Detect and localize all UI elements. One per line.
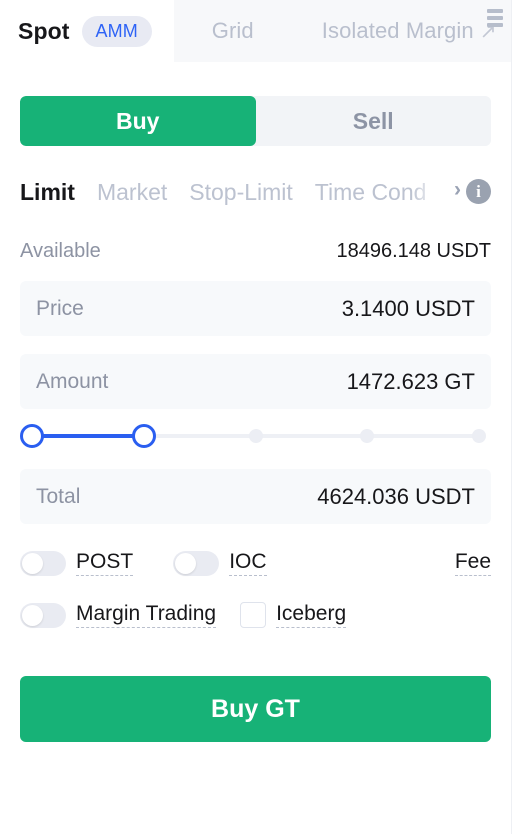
- available-label: Available: [20, 240, 101, 262]
- buy-sell-switch: Buy Sell: [20, 96, 491, 146]
- slider-handle-end[interactable]: [131, 424, 156, 448]
- amount-value: 1472.623 GT: [346, 368, 475, 394]
- total-value: 4624.036 USDT: [317, 483, 475, 509]
- slider-fill: [32, 434, 144, 438]
- ioc-label[interactable]: IOC: [229, 550, 267, 577]
- order-type-limit[interactable]: Limit: [20, 179, 75, 206]
- spot-trading-panel: Spot AMM Grid Isolated Margin ↗ Buy Sell…: [0, 0, 512, 834]
- buy-submit-button[interactable]: Buy GT: [20, 676, 491, 743]
- tab-isolated-margin-label: Isolated Margin: [321, 18, 474, 43]
- slider-tick-50[interactable]: [248, 429, 263, 443]
- total-input[interactable]: Total 4624.036 USDT: [20, 469, 491, 524]
- amm-badge[interactable]: AMM: [81, 15, 152, 47]
- menu-bar-3: [487, 23, 503, 27]
- amount-percent-slider[interactable]: [20, 421, 486, 451]
- slider-handle-start[interactable]: [20, 424, 44, 448]
- slider-tick-100[interactable]: [472, 429, 486, 443]
- order-type-tabs: Limit Market Stop-Limit Time Cond › i: [20, 176, 491, 208]
- post-ioc-row: POST IOC Fee: [20, 550, 491, 577]
- post-label[interactable]: POST: [76, 550, 134, 577]
- market-type-tabbar: Spot AMM Grid Isolated Margin ↗: [0, 0, 511, 62]
- price-input[interactable]: Price 3.1400 USDT: [20, 281, 491, 336]
- buy-tab[interactable]: Buy: [20, 96, 256, 146]
- available-balance-row: Available 18496.148 USDT: [20, 240, 491, 263]
- margin-iceberg-row: Margin Trading Iceberg: [20, 602, 491, 629]
- amount-input[interactable]: Amount 1472.623 GT: [20, 354, 491, 409]
- price-label: Price: [36, 296, 84, 320]
- info-icon[interactable]: i: [466, 179, 491, 204]
- sell-tab[interactable]: Sell: [255, 96, 491, 146]
- slider-tick-75[interactable]: [360, 429, 375, 443]
- total-label: Total: [36, 484, 81, 508]
- tab-spot[interactable]: Spot AMM: [0, 0, 174, 62]
- list-menu-icon[interactable]: [487, 9, 503, 27]
- margin-trading-label[interactable]: Margin Trading: [76, 602, 217, 629]
- order-type-stop-limit[interactable]: Stop-Limit: [189, 179, 293, 206]
- post-toggle[interactable]: [20, 550, 66, 576]
- tab-grid[interactable]: Grid: [174, 0, 288, 62]
- tab-isolated-margin[interactable]: Isolated Margin ↗: [288, 0, 507, 62]
- menu-bar-2: [487, 16, 503, 20]
- available-value: 18496.148 USDT: [336, 240, 491, 262]
- tab-grid-label: Grid: [211, 18, 254, 43]
- margin-trading-toggle[interactable]: [20, 602, 66, 628]
- amount-label: Amount: [36, 369, 109, 393]
- fee-link[interactable]: Fee: [454, 550, 491, 577]
- menu-bar-1: [487, 9, 503, 13]
- chevron-right-icon[interactable]: ›: [454, 178, 461, 202]
- order-type-market[interactable]: Market: [97, 179, 167, 206]
- iceberg-checkbox[interactable]: [240, 602, 267, 629]
- order-type-time-cond[interactable]: Time Cond: [315, 179, 427, 206]
- price-value: 3.1400 USDT: [341, 295, 475, 321]
- iceberg-label[interactable]: Iceberg: [276, 602, 347, 629]
- tab-spot-label: Spot: [18, 17, 70, 44]
- ioc-toggle[interactable]: [173, 550, 220, 576]
- order-form: Buy Sell Limit Market Stop-Limit Time Co…: [0, 96, 511, 743]
